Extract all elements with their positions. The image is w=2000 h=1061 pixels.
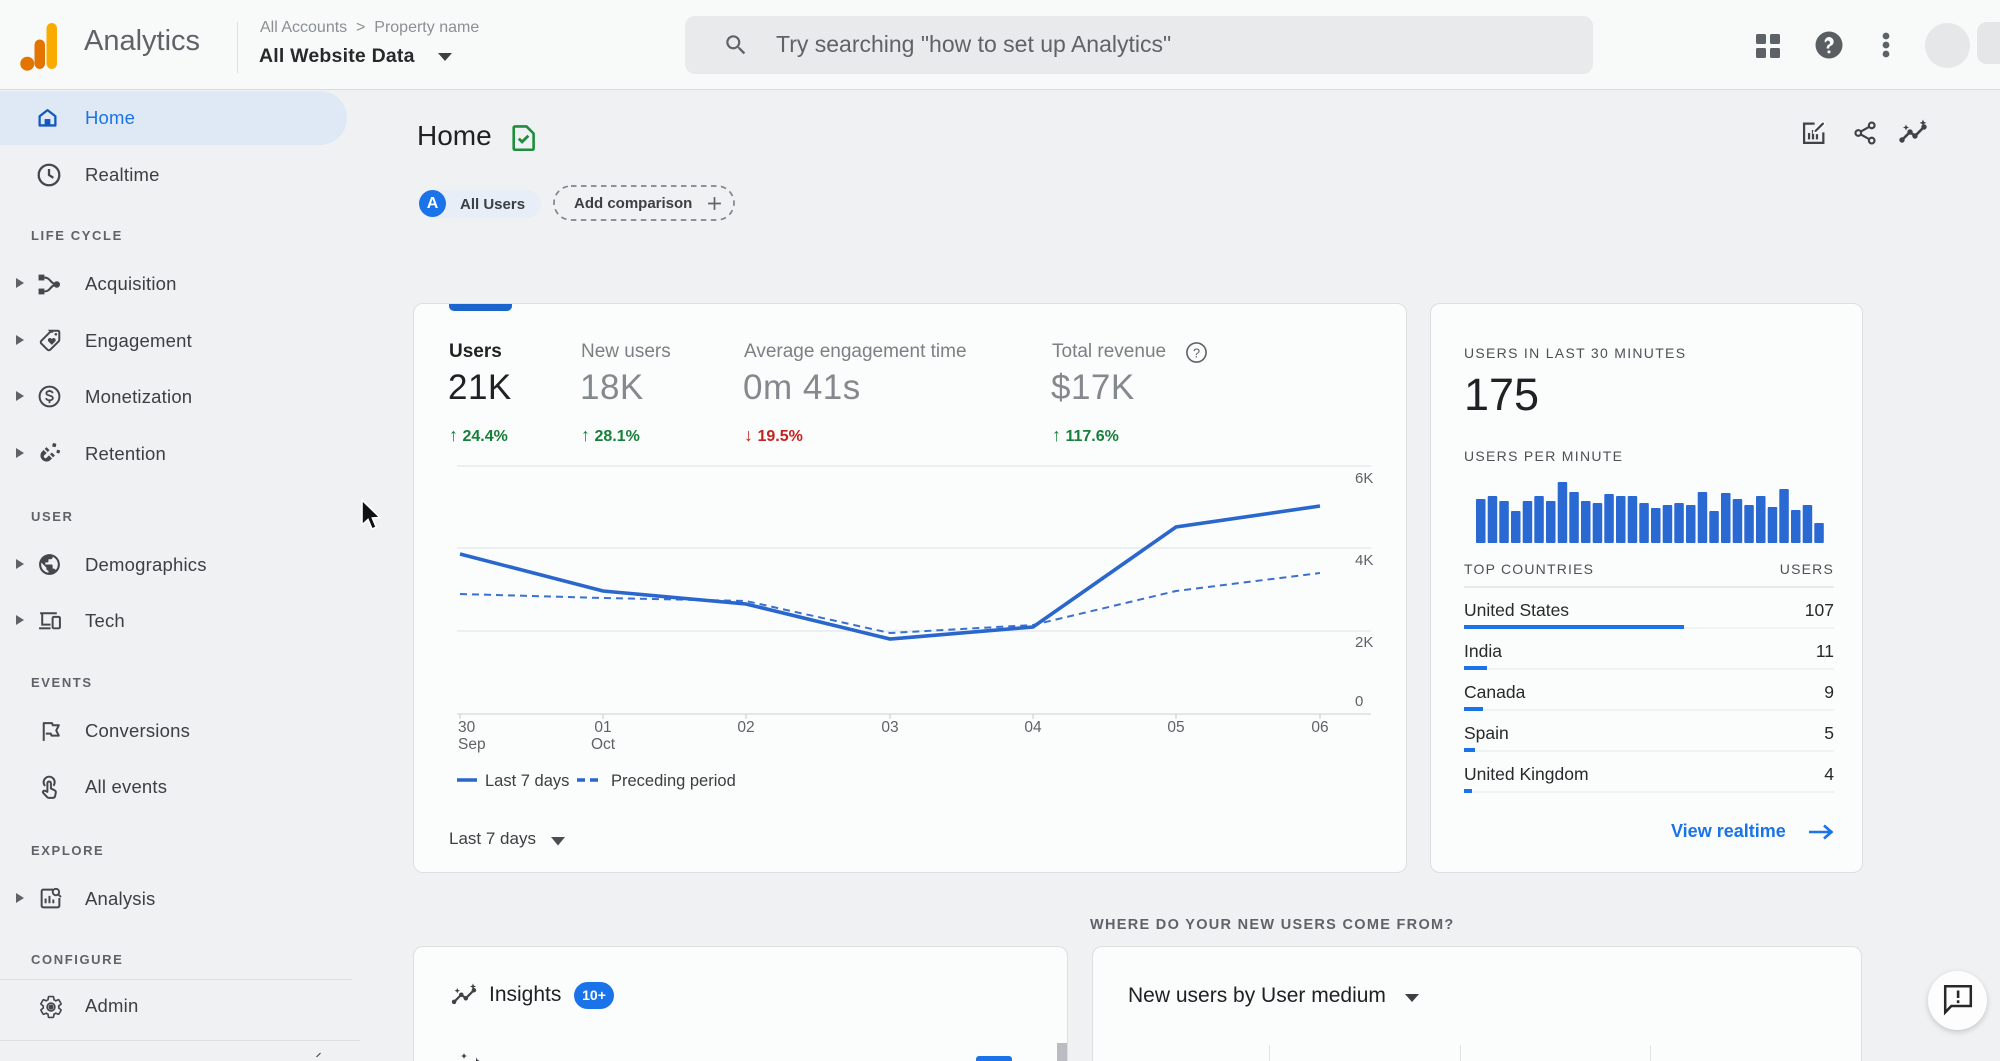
svg-text:Canada: Canada (1464, 682, 1526, 702)
svg-text:United States: United States (1464, 600, 1569, 620)
svg-text:4K: 4K (1355, 552, 1373, 569)
svg-text:Last 7 days: Last 7 days (485, 772, 569, 790)
svg-text:Spain: Spain (1464, 723, 1509, 743)
svg-text:USERS: USERS (1780, 561, 1834, 577)
svg-text:4: 4 (1824, 764, 1834, 784)
svg-text:Sep: Sep (458, 736, 486, 753)
svg-text:107: 107 (1805, 600, 1834, 620)
svg-text:Oct: Oct (591, 736, 616, 753)
svg-text:06: 06 (1311, 719, 1328, 736)
svg-text:5: 5 (1824, 723, 1834, 743)
svg-text:India: India (1464, 641, 1502, 661)
svg-text:11: 11 (1816, 641, 1834, 661)
svg-text:Last 7 days: Last 7 days (449, 829, 536, 848)
svg-text:9: 9 (1824, 682, 1834, 702)
svg-text:05: 05 (1167, 719, 1184, 736)
svg-text:02: 02 (737, 719, 754, 736)
svg-text:Preceding period: Preceding period (611, 772, 736, 790)
svg-text:TOP COUNTRIES: TOP COUNTRIES (1464, 561, 1594, 577)
svg-text:United Kingdom: United Kingdom (1464, 764, 1589, 784)
svg-text:01: 01 (594, 719, 611, 736)
svg-text:30: 30 (458, 719, 476, 736)
svg-text:03: 03 (881, 719, 898, 736)
svg-text:6K: 6K (1355, 470, 1373, 487)
svg-text:0: 0 (1355, 693, 1363, 710)
svg-text:2K: 2K (1355, 634, 1373, 651)
svg-text:04: 04 (1024, 719, 1042, 736)
